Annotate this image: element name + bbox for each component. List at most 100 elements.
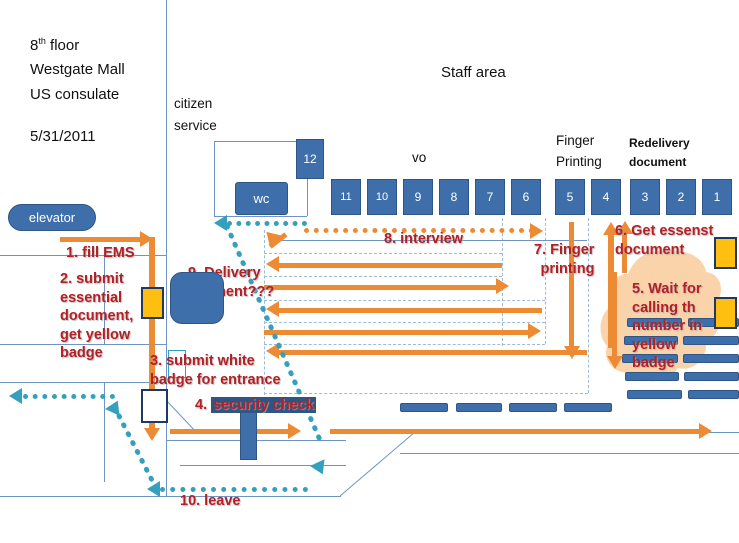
wc-label: wc — [253, 191, 270, 206]
label-citizen-service-line1: citizen — [174, 96, 213, 111]
wall-citizen-room-left — [214, 141, 215, 217]
step-5-line-5: badge — [632, 355, 675, 372]
counter-7[interactable]: 7 — [475, 179, 505, 215]
counter-12[interactable]: 12 — [296, 139, 324, 179]
flow-arrow-fill-ems — [60, 237, 142, 242]
step-5-line-2: calling th — [632, 299, 696, 316]
counter-12-label: 12 — [303, 152, 317, 166]
flow-arrow-fingerprint-down-head — [564, 346, 580, 359]
page-title-floor: 8th floor — [30, 36, 79, 56]
hall-bench — [509, 403, 557, 412]
white-badge-entrance — [141, 389, 168, 423]
step-2-line-3: document, — [60, 308, 134, 325]
step-2-line-5: badge — [60, 345, 103, 362]
step-6-line-2: document — [615, 241, 685, 258]
yellow-badge-waiting — [714, 297, 737, 329]
hall-bench — [400, 403, 448, 412]
step-7-finger-printing: 7. Finger printing — [534, 241, 594, 278]
wall-citizen-room-top — [214, 141, 307, 142]
counter-3[interactable]: 3 — [630, 179, 660, 215]
step-6-get-essential-document: 6. Get essenst document — [615, 222, 713, 259]
page-title-consulate: US consulate — [30, 86, 120, 103]
elevator-label: elevator — [28, 210, 76, 225]
step-3-line-1: 3. submit white — [150, 353, 255, 369]
delivery-payment-desk[interactable] — [170, 272, 224, 324]
step-2-line-4: get yellow — [60, 326, 131, 343]
wall-bottom-far-right — [400, 453, 739, 454]
step-5-line-4: yellow — [632, 336, 677, 353]
wall-vertical-left-divider — [166, 0, 167, 218]
queue-arrow-3-head — [496, 278, 509, 294]
yellow-badge-issue-point — [141, 287, 164, 319]
counter-11-label: 11 — [340, 191, 352, 203]
step-4-label: security check — [211, 397, 316, 413]
step-1-fill-ems: 1. fill EMS — [66, 245, 135, 261]
step-3-line-2: badge for entrance — [150, 371, 281, 388]
wc-room[interactable]: wc — [235, 182, 288, 215]
hall-dashed-divider-2 — [400, 393, 588, 394]
step-7-line-2: printing — [540, 260, 595, 277]
flow-arrow-waiting-down-head — [607, 356, 623, 369]
label-citizen-service-line2: service — [174, 118, 217, 133]
counter-1-label: 1 — [713, 190, 721, 204]
wall-diagonal-entrance — [339, 432, 416, 497]
step-6-line-1: 6. Get essenst — [615, 223, 714, 239]
waiting-bench — [627, 390, 682, 399]
counter-4[interactable]: 4 — [591, 179, 621, 215]
counter-2-label: 2 — [677, 190, 685, 204]
queue-lane-guide-right — [545, 218, 546, 344]
waiting-bench — [625, 372, 679, 381]
counter-8-label: 8 — [450, 190, 458, 204]
step-3-submit-white-badge: 3. submit white badge for entrance — [150, 352, 281, 389]
wall-lobby-right-edge — [166, 218, 167, 338]
flow-dotted-interview-head — [530, 223, 543, 239]
counter-2[interactable]: 2 — [666, 179, 696, 215]
counter-11[interactable]: 11 — [331, 179, 361, 215]
step-2-submit-essential-document: 2. submit essential document, get yellow… — [60, 270, 133, 363]
wall-citizen-room-bottom — [214, 216, 307, 217]
counter-1[interactable]: 1 — [702, 179, 732, 215]
step-2-line-1: 2. submit — [60, 271, 124, 287]
counter-10-label: 10 — [375, 191, 389, 203]
flow-arrow-bottom-corridor — [330, 429, 701, 434]
label-finger-printing-line2: Printing — [556, 154, 602, 169]
hall-bench — [456, 403, 502, 412]
step-7-line-1: 7. Finger — [534, 242, 595, 258]
label-redelivery-line1: Redelivery — [629, 136, 690, 150]
counter-9[interactable]: 9 — [403, 179, 433, 215]
hall-bench — [564, 403, 612, 412]
counter-8[interactable]: 8 — [439, 179, 469, 215]
label-redelivery-line2: document — [629, 155, 687, 169]
floor-ordinal-suffix: th — [38, 36, 46, 46]
step-5-wait-for-call: 5. Wait for calling th number in yellow … — [632, 280, 702, 373]
counter-3-label: 3 — [641, 190, 649, 204]
label-vo-section: vo — [412, 150, 427, 165]
step-5-line-3: number in — [632, 318, 703, 335]
flow-arrow-bottom-corridor-head — [699, 423, 712, 439]
counter-6[interactable]: 6 — [511, 179, 541, 215]
waiting-bench — [688, 390, 739, 399]
elevator[interactable]: elevator — [8, 204, 96, 231]
wall-left-corridor-top — [0, 382, 166, 383]
counter-7-label: 7 — [486, 190, 494, 204]
counter-5-label: 5 — [566, 190, 574, 204]
label-staff-area: Staff area — [441, 64, 506, 81]
queue-arrow-5-head — [528, 323, 541, 339]
step-5-line-1: 5. Wait for — [632, 281, 702, 297]
floor-plan-diagram: 8th floor Westgate Mall US consulate 5/3… — [0, 0, 739, 543]
counter-6-label: 6 — [522, 190, 530, 204]
page-title-mall: Westgate Mall — [30, 61, 125, 78]
floor-word: floor — [45, 37, 80, 54]
step-4-security-check: 4. security check — [195, 396, 316, 415]
step-8-interview: 8. interview — [384, 231, 463, 247]
label-finger-printing-line1: Finger — [556, 133, 595, 148]
exit-dotted-final-head — [9, 388, 22, 404]
exit-dotted-final — [23, 394, 115, 399]
counter-10[interactable]: 10 — [367, 179, 397, 215]
counter-5[interactable]: 5 — [555, 179, 585, 215]
step-10-leave: 10. leave — [180, 493, 241, 509]
flow-arrow-waiting-down — [612, 272, 617, 362]
step-4-number: 4. — [195, 397, 212, 413]
step-2-line-2: essential — [60, 289, 123, 306]
waiting-bench — [684, 372, 739, 381]
